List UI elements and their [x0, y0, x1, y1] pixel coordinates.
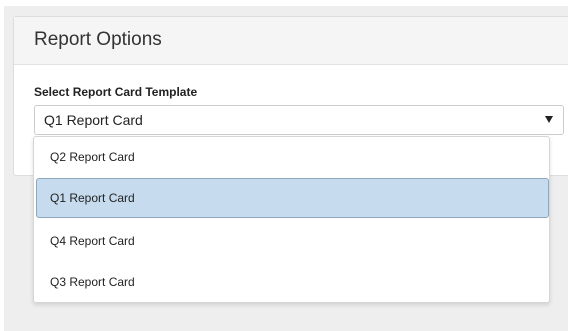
dropdown-option[interactable]: Q3 Report Card — [34, 262, 549, 302]
option-label: Q4 Report Card — [50, 234, 135, 248]
dropdown-option[interactable]: Q2 Report Card — [34, 137, 549, 177]
dropdown-option[interactable]: Q4 Report Card — [34, 221, 549, 261]
panel-header: Report Options — [14, 17, 568, 65]
caret-down-icon — [545, 116, 553, 123]
panel-title: Report Options — [34, 29, 162, 50]
dropdown-option-selected[interactable]: Q1 Report Card — [36, 178, 549, 218]
option-label: Q2 Report Card — [50, 150, 135, 164]
template-dropdown-list: Q2 Report Card Q1 Report Card Q4 Report … — [33, 136, 550, 303]
template-select-value: Q1 Report Card — [44, 112, 143, 128]
template-select-label: Select Report Card Template — [34, 85, 198, 99]
template-select[interactable]: Q1 Report Card — [34, 105, 564, 135]
option-label: Q3 Report Card — [50, 275, 135, 289]
option-label: Q1 Report Card — [50, 191, 135, 205]
